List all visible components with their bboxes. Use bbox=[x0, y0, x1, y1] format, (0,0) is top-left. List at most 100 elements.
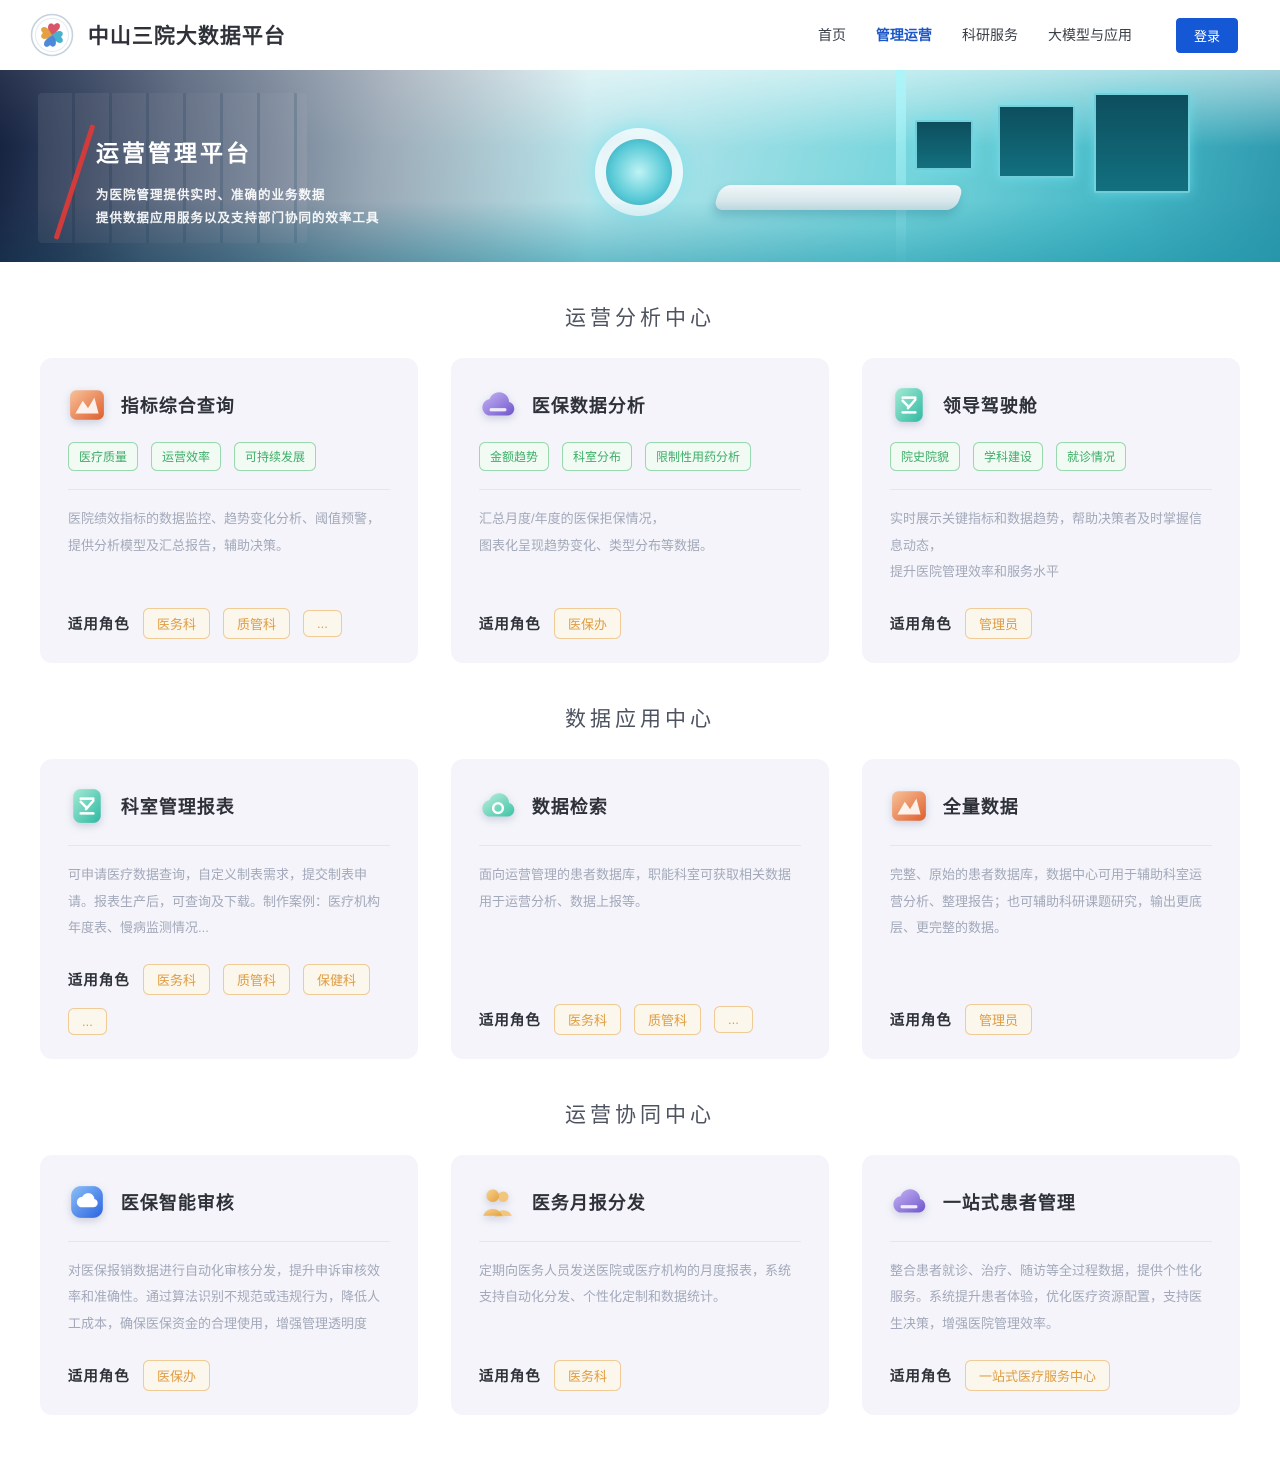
card-monthly-report-distribution[interactable]: 医务月报分发 定期向医务人员发送医院或医疗机构的月度报表，系统支持自动化分发、个… bbox=[451, 1155, 829, 1415]
card-head: 领导驾驶舱 bbox=[890, 386, 1212, 424]
roles-row: 适用角色 医务科 质管科 ... bbox=[479, 982, 801, 1035]
card-full-data[interactable]: 全量数据 完整、原始的患者数据库，数据中心可用于辅助科室运营分析、整理报告；也可… bbox=[862, 759, 1240, 1059]
cloud-purple-icon bbox=[479, 386, 517, 424]
role-chip: 医保办 bbox=[554, 608, 621, 639]
login-button[interactable]: 登录 bbox=[1176, 18, 1238, 53]
roles-label: 适用角色 bbox=[890, 613, 952, 634]
divider bbox=[890, 845, 1212, 846]
cards-grid-operation-collaboration: 医保智能审核 对医保报销数据进行自动化审核分发，提升申诉审核效率和准确性。通过算… bbox=[0, 1155, 1280, 1415]
divider bbox=[890, 489, 1212, 490]
role-chip: 医务科 bbox=[143, 964, 210, 995]
chart-orange-icon bbox=[890, 787, 928, 825]
card-description: 提升医院管理效率和服务水平 bbox=[890, 559, 1212, 586]
nav-item-llm-apps[interactable]: 大模型与应用 bbox=[1048, 25, 1132, 45]
roles-row: 适用角色 医保办 bbox=[479, 586, 801, 639]
section-title-data-application: 数据应用中心 bbox=[0, 703, 1280, 733]
role-chip: 管理员 bbox=[965, 1004, 1032, 1035]
card-head: 指标综合查询 bbox=[68, 386, 390, 424]
role-chip: 医务科 bbox=[554, 1360, 621, 1391]
card-title: 医务月报分发 bbox=[532, 1189, 646, 1215]
hero-subtitle-line2: 提供数据应用服务以及支持部门协同的效率工具 bbox=[96, 207, 380, 230]
feature-tag: 运营效率 bbox=[151, 442, 221, 471]
role-chip: 管理员 bbox=[965, 608, 1032, 639]
feature-tag: 就诊情况 bbox=[1056, 442, 1126, 471]
hero-subtitle-line1: 为医院管理提供实时、准确的业务数据 bbox=[96, 184, 380, 207]
cloud-purple-icon bbox=[890, 1183, 928, 1221]
cloud-teal-icon bbox=[479, 787, 517, 825]
card-title: 指标综合查询 bbox=[121, 392, 235, 418]
card-title: 科室管理报表 bbox=[121, 793, 235, 819]
roles-label: 适用角色 bbox=[479, 1009, 541, 1030]
roles-row: 适用角色 医保办 bbox=[68, 1338, 390, 1391]
role-chip: 保健科 bbox=[303, 964, 370, 995]
feature-tag: 可持续发展 bbox=[234, 442, 316, 471]
card-department-reports[interactable]: 科室管理报表 可申请医疗数据查询，自定义制表需求，提交制表申请。报表生产后，可查… bbox=[40, 759, 418, 1059]
card-one-stop-patient-management[interactable]: 一站式患者管理 整合患者就诊、治疗、随访等全过程数据，提供个性化服务。系统提升患… bbox=[862, 1155, 1240, 1415]
role-chip-more: ... bbox=[68, 1008, 107, 1035]
card-insurance-analysis[interactable]: 医保数据分析 金额趋势 科室分布 限制性用药分析 汇总月度/年度的医保拒保情况，… bbox=[451, 358, 829, 663]
card-head: 一站式患者管理 bbox=[890, 1183, 1212, 1221]
hero-wall-screen bbox=[998, 105, 1075, 178]
nav-item-home[interactable]: 首页 bbox=[818, 25, 846, 45]
cards-grid-operation-analysis: 指标综合查询 医疗质量 运营效率 可持续发展 医院绩效指标的数据监控、趋势变化分… bbox=[0, 358, 1280, 663]
card-description: 实时展示关键指标和数据趋势，帮助决策者及时掌握信息动态， bbox=[890, 506, 1212, 559]
brand: 中山三院大数据平台 bbox=[30, 13, 286, 57]
card-head: 医务月报分发 bbox=[479, 1183, 801, 1221]
card-head: 医保智能审核 bbox=[68, 1183, 390, 1221]
feature-tag: 科室分布 bbox=[562, 442, 632, 471]
divider bbox=[479, 489, 801, 490]
card-description: 整合患者就诊、治疗、随访等全过程数据，提供个性化服务。系统提升患者体验，优化医疗… bbox=[890, 1258, 1212, 1338]
nav-item-research[interactable]: 科研服务 bbox=[962, 25, 1018, 45]
card-title: 全量数据 bbox=[943, 793, 1019, 819]
card-indicator-query[interactable]: 指标综合查询 医疗质量 运营效率 可持续发展 医院绩效指标的数据监控、趋势变化分… bbox=[40, 358, 418, 663]
card-head: 科室管理报表 bbox=[68, 787, 390, 825]
card-description: 汇总月度/年度的医保拒保情况， bbox=[479, 506, 801, 533]
card-title: 医保数据分析 bbox=[532, 392, 646, 418]
roles-row: 适用角色 管理员 bbox=[890, 586, 1212, 639]
card-description: 对医保报销数据进行自动化审核分发，提升申诉审核效率和准确性。通过算法识别不规范或… bbox=[68, 1258, 390, 1338]
role-chip: 一站式医疗服务中心 bbox=[965, 1360, 1110, 1391]
card-head: 数据检索 bbox=[479, 787, 801, 825]
hero-banner: 运营管理平台 为医院管理提供实时、准确的业务数据 提供数据应用服务以及支持部门协… bbox=[0, 70, 1280, 262]
roles-label: 适用角色 bbox=[890, 1009, 952, 1030]
divider bbox=[68, 845, 390, 846]
role-chip: 质管科 bbox=[634, 1004, 701, 1035]
card-leader-cockpit[interactable]: 领导驾驶舱 院史院貌 学科建设 就诊情况 实时展示关键指标和数据趋势，帮助决策者… bbox=[862, 358, 1240, 663]
role-chip-more: ... bbox=[714, 1006, 753, 1033]
card-data-search[interactable]: 数据检索 面向运营管理的患者数据库，职能科室可获取相关数据用于运营分析、数据上报… bbox=[451, 759, 829, 1059]
role-chip: 医务科 bbox=[554, 1004, 621, 1035]
roles-row: 适用角色 医务科 质管科 ... bbox=[68, 586, 390, 639]
card-title: 医保智能审核 bbox=[121, 1189, 235, 1215]
badge-teal-icon bbox=[890, 386, 928, 424]
nav-item-operations[interactable]: 管理运营 bbox=[876, 25, 932, 45]
card-description: 面向运营管理的患者数据库，职能科室可获取相关数据用于运营分析、数据上报等。 bbox=[479, 862, 801, 915]
card-insurance-smart-audit[interactable]: 医保智能审核 对医保报销数据进行自动化审核分发，提升申诉审核效率和准确性。通过算… bbox=[40, 1155, 418, 1415]
top-navbar: 中山三院大数据平台 首页 管理运营 科研服务 大模型与应用 登录 bbox=[0, 0, 1280, 70]
main-nav: 首页 管理运营 科研服务 大模型与应用 登录 bbox=[818, 18, 1238, 53]
cloud-blue-icon bbox=[68, 1183, 106, 1221]
chart-orange-icon bbox=[68, 386, 106, 424]
role-chip-more: ... bbox=[303, 610, 342, 637]
roles-row: 适用角色 一站式医疗服务中心 bbox=[890, 1338, 1212, 1391]
hero-wall-screen bbox=[1094, 93, 1190, 193]
divider bbox=[479, 845, 801, 846]
feature-tag: 限制性用药分析 bbox=[645, 442, 751, 471]
role-chip: 医保办 bbox=[143, 1360, 210, 1391]
card-description: 图表化呈现趋势变化、类型分布等数据。 bbox=[479, 533, 801, 560]
divider bbox=[68, 1241, 390, 1242]
people-gold-icon bbox=[479, 1183, 517, 1221]
feature-tag: 金额趋势 bbox=[479, 442, 549, 471]
card-description: 提供分析模型及汇总报告，辅助决策。 bbox=[68, 533, 390, 560]
card-description: 定期向医务人员发送医院或医疗机构的月度报表，系统支持自动化分发、个性化定制和数据… bbox=[479, 1258, 801, 1311]
role-chip: 质管科 bbox=[223, 608, 290, 639]
roles-row: 适用角色 医务科 bbox=[479, 1338, 801, 1391]
brand-title: 中山三院大数据平台 bbox=[88, 20, 286, 50]
tag-row: 院史院貌 学科建设 就诊情况 bbox=[890, 442, 1212, 471]
card-description: 可申请医疗数据查询，自定义制表需求，提交制表申请。报表生产后，可查询及下载。制作… bbox=[68, 862, 390, 942]
roles-label: 适用角色 bbox=[479, 1365, 541, 1386]
page-bottom-spacer bbox=[0, 1415, 1280, 1461]
badge-teal-icon bbox=[68, 787, 106, 825]
roles-label: 适用角色 bbox=[479, 613, 541, 634]
card-head: 全量数据 bbox=[890, 787, 1212, 825]
card-head: 医保数据分析 bbox=[479, 386, 801, 424]
